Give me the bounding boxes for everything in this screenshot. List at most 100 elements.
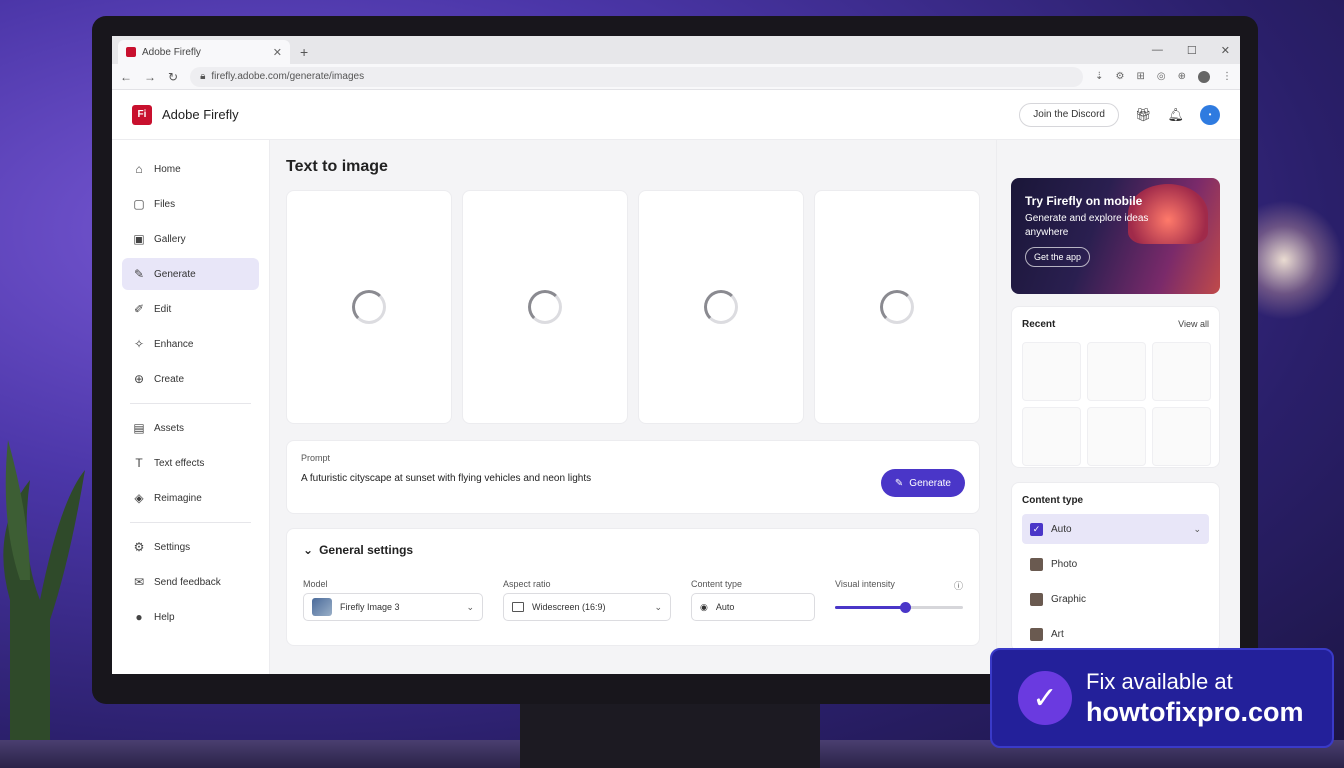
content-type-auto[interactable]: ✓ Auto ⌄ — [1022, 514, 1209, 544]
bell-icon[interactable]: 🔔︎ — [1167, 107, 1184, 123]
page-title: Text to image — [286, 158, 388, 175]
image-results — [286, 190, 980, 424]
avatar[interactable]: • — [1200, 104, 1220, 125]
text-effects-icon: T — [135, 456, 143, 470]
minimize-icon[interactable]: — — [1152, 44, 1163, 57]
monitor-stand — [520, 700, 820, 768]
checkmark-icon: ✓ — [1018, 671, 1072, 725]
menu-icon[interactable]: ⋮ — [1222, 71, 1232, 82]
recent-panel: Recent View all — [1011, 306, 1220, 468]
recent-item[interactable] — [1087, 342, 1146, 401]
sidebar-item-enhance[interactable]: ✧ Enhance — [122, 328, 259, 360]
profile-icon[interactable] — [1198, 70, 1210, 83]
sidebar-item-send-feedback[interactable]: ✉︎ Send feedback — [122, 566, 259, 598]
sidebar-item-files[interactable]: ▢ Files — [122, 188, 259, 220]
recent-item[interactable] — [1022, 407, 1081, 466]
sidebar-item-label: Edit — [154, 303, 172, 315]
visual-intensity-label: Visual intensity — [835, 579, 895, 589]
content-type-value: Auto — [715, 602, 735, 612]
chevron-down-icon: ⌄ — [654, 601, 662, 612]
slider-handle[interactable] — [900, 602, 912, 613]
loading-spinner-icon — [880, 290, 914, 324]
prompt-input[interactable]: A futuristic cityscape at sunset with fl… — [301, 473, 965, 484]
edit-icon: ✐ — [133, 302, 145, 316]
sidebar-item-generate[interactable]: ✎ Generate — [122, 258, 259, 290]
image-card[interactable] — [814, 190, 980, 424]
model-select[interactable]: Firefly Image 3 ⌄ — [303, 593, 483, 621]
back-icon[interactable]: ← — [120, 70, 132, 84]
maximize-icon[interactable]: ☐ — [1187, 44, 1197, 57]
recent-title: Recent — [1022, 319, 1056, 330]
extension-icon[interactable]: ◎ — [1157, 71, 1166, 82]
gift-icon[interactable]: 🎁︎ — [1135, 107, 1152, 123]
general-settings-panel: ⌄ General settings Model Firefly Image 3… — [286, 528, 980, 646]
forward-icon[interactable]: → — [144, 70, 156, 84]
reload-icon[interactable]: ↻ — [168, 70, 178, 84]
chevron-down-icon: ⌄ — [1193, 523, 1201, 534]
feedback-icon: ✉︎ — [133, 575, 145, 589]
photo-icon — [1030, 557, 1043, 571]
extension-icon[interactable]: ⊞ — [1136, 71, 1144, 82]
view-all-link[interactable]: View all — [1178, 319, 1209, 330]
extension-icon[interactable]: ⊕ — [1178, 71, 1186, 82]
url-field[interactable]: 🔒︎ firefly.adobe.com/generate/images — [190, 66, 1084, 87]
general-settings-toggle[interactable]: ⌄ General settings — [303, 543, 963, 557]
aspect-ratio-select[interactable]: Widescreen (16:9) ⌄ — [503, 593, 671, 621]
image-card[interactable] — [638, 190, 804, 424]
aspect-ratio-icon — [512, 602, 524, 612]
sidebar-item-home[interactable]: ⌂ Home — [122, 153, 259, 185]
image-card[interactable] — [286, 190, 452, 424]
app-header: Fi Adobe Firefly Join the Discord 🎁︎ 🔔︎ … — [112, 90, 1240, 140]
get-the-app-button[interactable]: Get the app — [1025, 247, 1091, 267]
recent-item[interactable] — [1087, 407, 1146, 466]
content-type-title: Content type — [1022, 495, 1084, 506]
sidebar-item-settings[interactable]: ⚙︎ Settings — [122, 531, 259, 563]
recent-item[interactable] — [1152, 407, 1211, 466]
aspect-ratio-label: Aspect ratio — [503, 579, 551, 589]
fix-available-banner[interactable]: ✓ Fix available at howtofixpro.com — [990, 648, 1334, 748]
join-discord-button[interactable]: Join the Discord — [1019, 102, 1119, 127]
gallery-icon: ▣ — [133, 232, 145, 246]
sidebar-item-reimagine[interactable]: ◈ Reimagine — [122, 482, 259, 514]
address-bar-row: ← → ↻ 🔒︎ firefly.adobe.com/generate/imag… — [112, 64, 1240, 90]
close-window-icon[interactable]: ✕ — [1221, 44, 1230, 57]
recent-item[interactable] — [1152, 342, 1211, 401]
sidebar-item-create[interactable]: ⊕ Create — [122, 363, 259, 395]
image-card[interactable] — [462, 190, 628, 424]
gear-icon: ⚙︎ — [133, 540, 145, 554]
sidebar-item-assets[interactable]: ▤ Assets — [122, 412, 259, 444]
file-icon: ▢ — [133, 197, 145, 211]
content-type-graphic[interactable]: Graphic — [1022, 584, 1209, 614]
content-type-photo[interactable]: Photo — [1022, 549, 1209, 579]
visual-intensity-slider[interactable] — [835, 602, 963, 613]
prompt-label: Prompt — [301, 453, 331, 463]
sidebar-item-label: Help — [154, 611, 175, 623]
extension-icon[interactable]: ⇣ — [1095, 71, 1103, 82]
prompt-box[interactable]: Prompt A futuristic cityscape at sunset … — [286, 440, 980, 514]
content-type-select[interactable]: ◉ Auto — [691, 593, 815, 621]
recent-item[interactable] — [1022, 342, 1081, 401]
generate-button[interactable]: ✎ Generate — [880, 469, 965, 497]
sidebar-item-gallery[interactable]: ▣ Gallery — [122, 223, 259, 255]
extensions: ⇣ ⚙︎ ⊞ ◎ ⊕ ⋮ — [1095, 70, 1232, 83]
content-type-option-label: Art — [1051, 628, 1064, 640]
sidebar-item-edit[interactable]: ✐ Edit — [122, 293, 259, 325]
firefly-logo[interactable]: Fi — [132, 104, 152, 125]
generate-icon: ✎ — [133, 267, 145, 281]
info-icon[interactable]: ⓘ — [954, 579, 963, 592]
promo-subtitle: Generate and explore ideas anywhere — [1025, 213, 1149, 238]
content-type-art[interactable]: Art — [1022, 619, 1209, 649]
new-tab-icon[interactable]: + — [300, 44, 308, 60]
extension-icon[interactable]: ⚙︎ — [1116, 71, 1125, 82]
browser-tab[interactable]: Adobe Firefly ✕ — [118, 40, 290, 64]
close-tab-icon[interactable]: ✕ — [273, 46, 282, 59]
loading-spinner-icon — [528, 290, 562, 324]
sidebar-item-text-effects[interactable]: T Text effects — [122, 447, 259, 479]
browser-tabbar: Adobe Firefly ✕ + — ☐ ✕ — [112, 36, 1240, 64]
model-label: Model — [303, 579, 328, 589]
sidebar-item-help[interactable]: ● Help — [122, 601, 259, 633]
tab-title: Adobe Firefly — [142, 46, 201, 58]
recent-grid — [1022, 342, 1211, 466]
graphic-icon — [1030, 592, 1043, 606]
sidebar-item-label: Files — [154, 198, 176, 210]
